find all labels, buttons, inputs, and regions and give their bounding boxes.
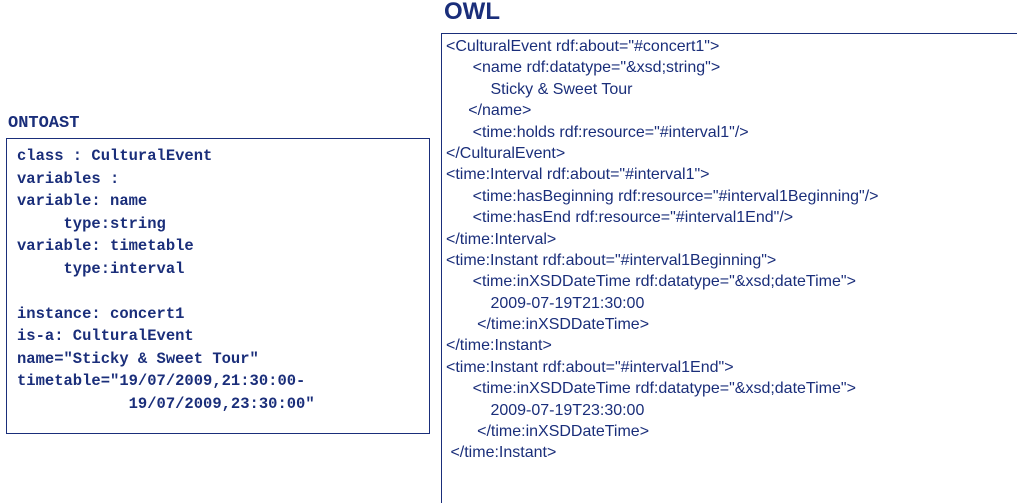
owl-line: </time:Instant> [446, 337, 552, 355]
ontoast-code-box: class : CulturalEvent variables : variab… [6, 138, 430, 434]
ontoast-title: ONTOAST [8, 114, 80, 133]
owl-line: <time:Instant rdf:about="#interval1Begin… [446, 251, 777, 269]
ontoast-line [17, 280, 419, 303]
ontoast-line: variable: name [17, 192, 148, 210]
owl-line: </time:Instant> [446, 444, 557, 462]
owl-line: <time:Interval rdf:about="#interval1"> [446, 166, 710, 184]
owl-line: <time:hasEnd rdf:resource="#interval1End… [446, 209, 794, 227]
ontoast-line: instance: concert1 [17, 304, 185, 323]
owl-line: </time:inXSDDateTime> [446, 423, 650, 441]
owl-line: <time:hasBeginning rdf:resource="#interv… [446, 187, 879, 205]
owl-line: </name> [446, 102, 532, 120]
owl-line: <time:Instant rdf:about="#interval1End"> [446, 358, 734, 376]
ontoast-line: class : CulturalEvent [17, 147, 213, 165]
ontoast-line: variables : [17, 169, 120, 188]
owl-line: 2009-07-19T23:30:00 [446, 401, 645, 419]
ontoast-line: 19/07/2009,23:30:00" [17, 394, 315, 413]
owl-line: <time:inXSDDateTime rdf:datatype="&xsd;d… [446, 380, 856, 398]
owl-line: <time:inXSDDateTime rdf:datatype="&xsd;d… [446, 273, 856, 291]
ontoast-line: variable: timetable [17, 237, 194, 255]
owl-line: </CulturalEvent> [446, 144, 566, 162]
ontoast-line: name="Sticky & Sweet Tour" [17, 349, 259, 368]
owl-line: <name rdf:datatype="&xsd;string"> [446, 59, 721, 77]
owl-code-box: <CulturalEvent rdf:about="#concert1"> <n… [441, 33, 1017, 503]
owl-line: </time:inXSDDateTime> [446, 316, 650, 334]
ontoast-line: is-a: CulturalEvent [17, 327, 194, 345]
owl-line: <time:holds rdf:resource="#interval1"/> [446, 123, 749, 141]
ontoast-line: type:interval [17, 259, 185, 278]
owl-title: OWL [444, 0, 500, 25]
owl-line: 2009-07-19T21:30:00 [446, 294, 645, 312]
owl-line: Sticky & Sweet Tour [446, 80, 633, 98]
ontoast-line: timetable="19/07/2009,21:30:00- [17, 372, 306, 390]
owl-line: </time:Interval> [446, 230, 557, 248]
ontoast-line: type:string [17, 214, 166, 233]
owl-line: <CulturalEvent rdf:about="#concert1"> [446, 38, 720, 55]
